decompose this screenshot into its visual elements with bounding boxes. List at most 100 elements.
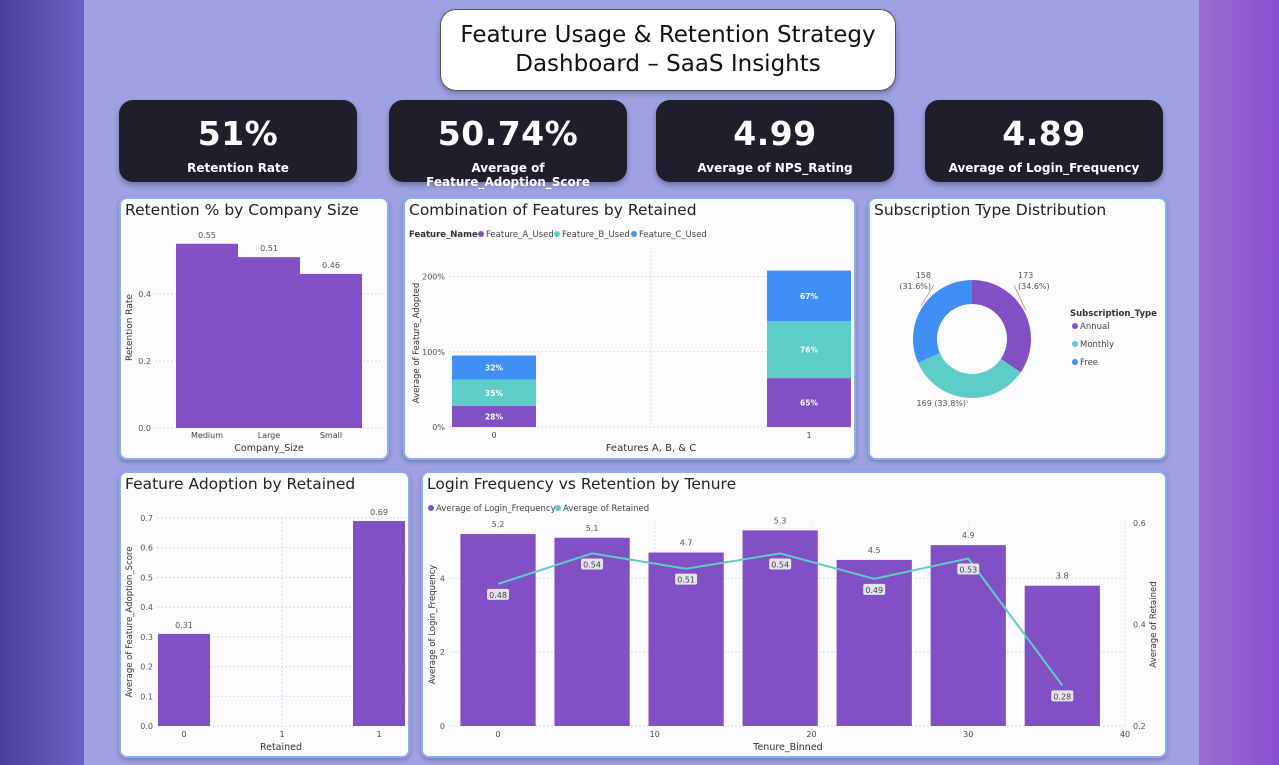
data-label: 4.9 — [962, 531, 975, 540]
legend-marker — [631, 231, 637, 237]
y-tick-label: 0.0 — [140, 722, 153, 731]
bar — [176, 243, 238, 428]
legend-marker — [555, 505, 561, 511]
y-axis-title: Retention Rate — [125, 294, 135, 361]
data-label: 32% — [485, 364, 503, 373]
data-label: 28% — [485, 412, 503, 421]
y-tick-label: 0.4 — [138, 290, 151, 299]
donut-slice — [972, 280, 1031, 373]
x-tick-label: Large — [258, 431, 281, 440]
legend-label: Free — [1080, 358, 1098, 368]
legend-label: Feature_C_Used — [639, 230, 707, 240]
x-axis-title: Tenure_Binned — [752, 742, 822, 753]
data-label: 0.49 — [865, 586, 883, 595]
title-line-1: Feature Usage & Retention Strategy — [460, 22, 876, 48]
chart-card-retention-by-company-size[interactable]: Retention % by Company Size 0.0 0.2 0.4 0.5… — [119, 197, 389, 460]
data-label: 0.51 — [260, 244, 278, 253]
dashboard-title: Feature Usage & Retention Strategy Dashb… — [440, 9, 896, 91]
retention-by-company-size-chart: 0.0 0.2 0.4 0.55 Medium 0.51 Large 0.46 Small Com… — [125, 231, 383, 454]
x-tick-label: 40 — [1120, 730, 1130, 739]
x-tick-label: Small — [320, 431, 342, 440]
y-tick-label: 2 — [440, 648, 445, 657]
kpi-card-retention-rate[interactable]: 51% Retention Rate — [119, 100, 357, 182]
x-tick-label: 1 — [806, 431, 811, 440]
x-tick-label: 0 — [495, 730, 500, 739]
y-tick-label: 200% — [422, 273, 445, 282]
y-tick-label: 0.2 — [140, 663, 153, 672]
data-label: 0.48 — [489, 591, 507, 600]
y-tick-label: 0.6 — [140, 544, 153, 553]
x-tick-label: 1 — [279, 730, 284, 739]
legend-title: Subscription_Type — [1070, 309, 1157, 319]
data-label: 169 (33.8%) — [917, 399, 966, 408]
kpi-value: 51% — [197, 114, 279, 153]
data-label: (31.6%) — [899, 282, 931, 291]
bar — [238, 257, 300, 428]
x-tick-label: 30 — [963, 730, 973, 739]
kpi-label: Average of Login_Frequency — [948, 161, 1140, 175]
kpi-card-nps-rating[interactable]: 4.99 Average of NPS_Rating — [656, 100, 894, 182]
kpi-label: Average of Feature_Adoption_Score — [426, 161, 590, 189]
y-tick-label: 0.3 — [140, 633, 153, 642]
legend-marker — [428, 505, 434, 511]
kpi-label: Retention Rate — [187, 161, 289, 175]
bar — [1024, 585, 1100, 726]
chart-card-feature-combination[interactable]: Combination of Features by Retained Feat… — [403, 197, 856, 460]
data-label: 158 — [916, 271, 931, 280]
right-decor-band — [1199, 0, 1279, 765]
data-label: 5.1 — [586, 524, 599, 533]
data-label: 35% — [485, 389, 503, 398]
x-tick-label: 0 — [181, 730, 186, 739]
x-tick-label: 0 — [491, 431, 496, 440]
y-tick-label: 4 — [440, 574, 445, 583]
data-label: 0.69 — [370, 508, 388, 517]
data-label: 0.51 — [677, 576, 695, 585]
legend-title: Feature_Name — [409, 230, 478, 240]
chart-card-subscription-distribution[interactable]: Subscription Type Distribution 173 (34.6%… — [868, 197, 1167, 460]
kpi-card-feature-adoption[interactable]: 50.74% Average of Feature_Adoption_Score — [389, 100, 627, 189]
y-axis-title: Average of Login_Frequency — [428, 565, 438, 685]
data-label: 173 — [1018, 271, 1033, 280]
y-tick-label: 0.5 — [140, 573, 153, 582]
data-label: 5.2 — [492, 520, 505, 529]
data-label: 5.3 — [774, 516, 787, 525]
data-label: 76% — [800, 346, 818, 355]
y-tick-label: 0.4 — [140, 603, 153, 612]
kpi-value: 50.74% — [437, 114, 579, 153]
chart-card-feature-adoption-by-retained[interactable]: Feature Adoption by Retained 0.0 0.1 0.2 0.… — [119, 471, 410, 758]
subscription-donut-chart: 173 (34.6%) 169 (33.8%) 158 (31.6%) Subscript… — [899, 271, 1157, 408]
y2-tick-label: 0.4 — [1133, 621, 1146, 630]
y2-tick-label: 0.2 — [1133, 722, 1146, 731]
y-tick-label: 0% — [432, 423, 445, 432]
bar — [353, 520, 405, 726]
feature-adoption-chart: 0.0 0.1 0.2 0.3 0.4 0.5 0.6 0.7 0.31 0.69 0 1 1 Retai… — [125, 508, 406, 753]
kpi-label: Average of NPS_Rating — [697, 161, 853, 175]
y2-axis-title: Average of Retained — [1149, 581, 1159, 667]
bar — [460, 534, 536, 726]
chart-card-login-vs-retention[interactable]: Login Frequency vs Retention by Tenure A… — [421, 471, 1167, 758]
login-retention-combo-chart: Average of Login_Frequency Average of Ret… — [428, 504, 1159, 753]
title-line-2: Dashboard – SaaS Insights — [515, 51, 821, 77]
legend-marker — [1072, 323, 1078, 329]
legend-label: Feature_A_Used — [486, 230, 554, 240]
data-label: 0.31 — [175, 621, 193, 630]
y-tick-label: 0.2 — [138, 357, 151, 366]
data-label: 4.7 — [680, 539, 693, 548]
data-label: 3.8 — [1056, 572, 1069, 581]
x-axis-title: Retained — [260, 742, 302, 753]
legend-marker — [554, 231, 560, 237]
y-tick-label: 100% — [422, 348, 445, 357]
data-label: (34.6%) — [1018, 282, 1050, 291]
y-tick-label: 0 — [440, 722, 445, 731]
data-label: 0.54 — [583, 560, 601, 569]
data-label: 65% — [800, 399, 818, 408]
y-axis-title: Average of Feature_Adoption_Score — [125, 547, 135, 698]
legend-marker — [478, 231, 484, 237]
legend-label: Annual — [1080, 322, 1110, 332]
legend-label: Average of Retained — [563, 504, 649, 514]
legend-label: Monthly — [1080, 340, 1114, 350]
kpi-card-login-frequency[interactable]: 4.89 Average of Login_Frequency — [925, 100, 1163, 182]
kpi-value: 4.99 — [733, 114, 817, 153]
leader-line — [965, 399, 969, 404]
donut-slice — [913, 280, 972, 363]
